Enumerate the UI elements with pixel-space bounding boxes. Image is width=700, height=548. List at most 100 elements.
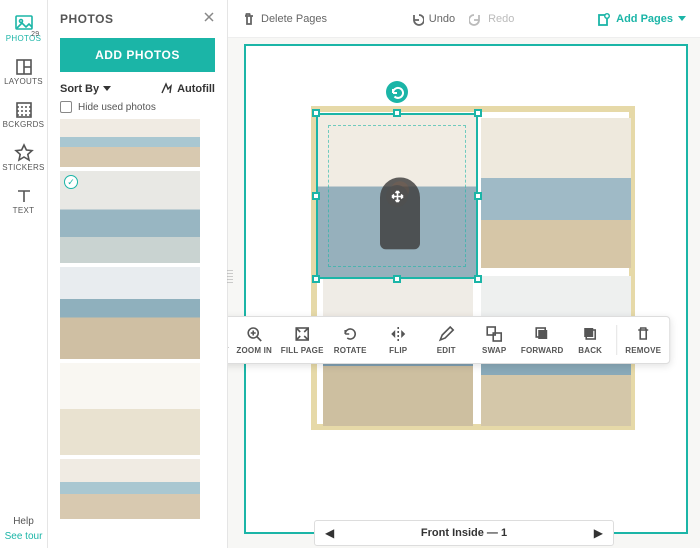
resize-handle[interactable] <box>312 275 320 283</box>
sort-by-label: Sort By <box>60 83 99 95</box>
page-outline <box>244 44 688 534</box>
page-label: Front Inside — 1 <box>421 527 507 539</box>
stage[interactable]: ZOOM OUT ZOOM IN FILL PAGE ROTATE FLIP <box>228 38 700 548</box>
redo-label: Redo <box>488 13 514 25</box>
remove-label: REMOVE <box>625 346 661 355</box>
add-pages-label: Add Pages <box>616 13 673 25</box>
panel-title: PHOTOS <box>60 12 113 26</box>
rail-layouts[interactable]: LAYOUTS <box>0 51 48 94</box>
help-link[interactable]: Help <box>13 516 34 527</box>
back-label: BACK <box>578 346 602 355</box>
canvas-area: Delete Pages Undo Redo Add Pages <box>228 0 700 548</box>
forward-icon <box>533 325 551 343</box>
photo-thumb[interactable] <box>60 363 200 455</box>
text-icon <box>14 186 34 206</box>
move-icon <box>391 190 404 203</box>
back-icon <box>581 325 599 343</box>
chevron-down-icon <box>678 16 686 21</box>
panel-resize-handle[interactable] <box>227 270 233 284</box>
see-tour-link[interactable]: See tour <box>5 531 43 542</box>
add-photos-button[interactable]: ADD PHOTOS <box>60 38 215 72</box>
flip-icon <box>389 325 407 343</box>
undo-icon <box>410 12 424 26</box>
delete-pages-button[interactable]: Delete Pages <box>242 12 327 26</box>
photo-thumb[interactable] <box>60 119 200 167</box>
resize-handle[interactable] <box>474 192 482 200</box>
chevron-down-icon <box>103 86 111 91</box>
add-pages-button[interactable]: Add Pages <box>597 12 686 26</box>
canvas-topbar: Delete Pages Undo Redo Add Pages <box>228 0 700 38</box>
autofill-button[interactable]: Autofill <box>160 82 215 95</box>
photo-thumbnails[interactable] <box>48 119 227 548</box>
photo-thumb[interactable] <box>60 267 200 359</box>
panel-close-button[interactable] <box>203 10 215 28</box>
layouts-icon <box>14 57 34 77</box>
rail-stickers[interactable]: STICKERS <box>0 137 48 180</box>
resize-handle[interactable] <box>393 275 401 283</box>
rail-layouts-label: LAYOUTS <box>4 77 43 86</box>
zoom-in-button[interactable]: ZOOM IN <box>230 321 278 359</box>
resize-handle[interactable] <box>474 109 482 117</box>
resize-handle[interactable] <box>312 192 320 200</box>
spread-photo-top-right[interactable] <box>481 118 631 268</box>
backgrounds-icon <box>14 100 34 120</box>
redo-button[interactable]: Redo <box>469 12 514 26</box>
delete-pages-label: Delete Pages <box>261 13 327 25</box>
photos-icon <box>14 12 34 32</box>
photo-toolbar: ZOOM OUT ZOOM IN FILL PAGE ROTATE FLIP <box>228 316 670 364</box>
zoom-in-icon <box>245 325 263 343</box>
resize-handle[interactable] <box>312 109 320 117</box>
photo-thumb[interactable] <box>60 171 200 263</box>
hide-used-checkbox[interactable] <box>60 101 72 113</box>
resize-handle[interactable] <box>474 275 482 283</box>
swap-icon <box>485 325 503 343</box>
photo-thumb[interactable] <box>60 459 200 519</box>
close-icon <box>203 11 215 23</box>
fill-page-icon <box>293 325 311 343</box>
rotate-icon <box>391 86 404 99</box>
used-badge-icon <box>64 175 78 189</box>
hide-used-label: Hide used photos <box>78 102 156 113</box>
resize-handle[interactable] <box>393 109 401 117</box>
rotate-button[interactable]: ROTATE <box>326 321 374 359</box>
rail-photos[interactable]: 29 PHOTOS <box>0 6 48 51</box>
left-rail: 29 PHOTOS LAYOUTS BCKGRDS STICKERS TEXT … <box>0 0 48 548</box>
forward-button[interactable]: FORWARD <box>518 321 566 359</box>
swap-label: SWAP <box>482 346 506 355</box>
rail-text[interactable]: TEXT <box>0 180 48 223</box>
fill-page-label: FILL PAGE <box>281 346 324 355</box>
page-navigator: ◀ Front Inside — 1 ▶ <box>314 520 614 546</box>
undo-label: Undo <box>429 13 455 25</box>
back-button[interactable]: BACK <box>566 321 614 359</box>
undo-button[interactable]: Undo <box>410 12 455 26</box>
selected-photo[interactable] <box>316 113 478 279</box>
photos-panel: PHOTOS ADD PHOTOS Sort By Autofill Hide … <box>48 0 228 548</box>
zoom-in-label: ZOOM IN <box>236 346 272 355</box>
autofill-label: Autofill <box>177 83 215 95</box>
autofill-icon <box>160 82 173 95</box>
trash-icon <box>242 12 256 26</box>
remove-button[interactable]: REMOVE <box>619 321 667 359</box>
stickers-icon <box>14 143 34 163</box>
rail-stickers-label: STICKERS <box>2 163 44 172</box>
edit-button[interactable]: EDIT <box>422 321 470 359</box>
flip-button[interactable]: FLIP <box>374 321 422 359</box>
rotate-label: ROTATE <box>334 346 367 355</box>
swap-button[interactable]: SWAP <box>470 321 518 359</box>
prev-page-button[interactable]: ◀ <box>325 526 334 540</box>
move-handle[interactable] <box>386 185 408 207</box>
fill-page-button[interactable]: FILL PAGE <box>278 321 326 359</box>
rail-backgrounds[interactable]: BCKGRDS <box>0 94 48 137</box>
edit-label: EDIT <box>437 346 456 355</box>
flip-label: FLIP <box>389 346 407 355</box>
rotate-handle[interactable] <box>386 81 408 103</box>
remove-icon <box>634 325 652 343</box>
photo-count: 29 <box>31 31 39 38</box>
rotate-action-icon <box>341 325 359 343</box>
rail-text-label: TEXT <box>13 206 35 215</box>
edit-icon <box>437 325 455 343</box>
sort-by-dropdown[interactable]: Sort By <box>60 83 111 95</box>
redo-icon <box>469 12 483 26</box>
next-page-button[interactable]: ▶ <box>594 526 603 540</box>
rail-backgrounds-label: BCKGRDS <box>3 120 45 129</box>
